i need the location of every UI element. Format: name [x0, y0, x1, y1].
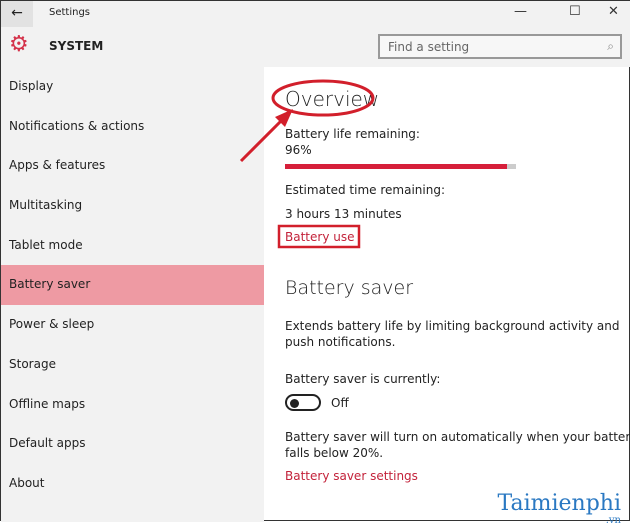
arrow-left-icon: ←	[11, 5, 23, 21]
search-input[interactable]: Find a setting ⌕	[378, 34, 622, 59]
battery-life-value: 96%	[285, 143, 312, 157]
battery-saver-heading: Battery saver	[285, 277, 414, 299]
search-placeholder: Find a setting	[388, 40, 470, 54]
window-title: Settings	[49, 7, 91, 18]
saver-description-2: push notifications.	[285, 335, 396, 349]
auto-text-2: falls below 20%.	[285, 446, 384, 460]
maximize-button[interactable]: ☐	[569, 4, 581, 19]
sidebar-item-apps[interactable]: Apps & features	[1, 146, 264, 186]
toggle-state: Off	[331, 396, 349, 410]
back-button[interactable]: ←	[1, 1, 33, 27]
sidebar-item-default-apps[interactable]: Default apps	[1, 424, 264, 464]
sidebar-item-about[interactable]: About	[1, 464, 264, 504]
gear-icon: ⚙	[9, 32, 29, 57]
main-content: Overview Battery life remaining: 96% Est…	[264, 67, 630, 522]
battery-saver-settings-link[interactable]: Battery saver settings	[285, 469, 418, 483]
sidebar-item-storage[interactable]: Storage	[1, 345, 264, 385]
battery-progress-fill	[285, 164, 507, 169]
toggle-knob	[290, 398, 299, 408]
sidebar-item-notifications[interactable]: Notifications & actions	[1, 107, 264, 147]
header: ⚙ SYSTEM Find a setting ⌕	[1, 27, 630, 67]
sidebar-item-tablet-mode[interactable]: Tablet mode	[1, 226, 264, 266]
overview-heading: Overview	[285, 87, 380, 111]
sidebar-item-display[interactable]: Display	[1, 67, 264, 107]
search-icon: ⌕	[607, 39, 614, 53]
sidebar-item-offline-maps[interactable]: Offline maps	[1, 385, 264, 425]
battery-life-label: Battery life remaining:	[285, 127, 420, 141]
saver-description-1: Extends battery life by limiting backgro…	[285, 319, 620, 333]
sidebar-item-multitasking[interactable]: Multitasking	[1, 186, 264, 226]
estimated-value: 3 hours 13 minutes	[285, 207, 402, 221]
battery-saver-toggle[interactable]	[285, 394, 321, 411]
sidebar-item-power-sleep[interactable]: Power & sleep	[1, 305, 264, 345]
sidebar: Display Notifications & actions Apps & f…	[1, 67, 264, 522]
battery-use-link[interactable]: Battery use	[285, 230, 354, 244]
battery-progress-bar	[285, 164, 516, 169]
watermark-text: Taimienphi	[497, 491, 622, 516]
estimated-label: Estimated time remaining:	[285, 183, 445, 197]
auto-text-1: Battery saver will turn on automatically…	[285, 430, 630, 444]
title-bar: ← Settings — ☐ ✕	[1, 1, 630, 27]
close-button[interactable]: ✕	[608, 4, 619, 19]
minimize-button[interactable]: —	[514, 4, 527, 19]
sidebar-item-battery-saver[interactable]: Battery saver	[1, 265, 264, 306]
section-title: SYSTEM	[49, 39, 104, 53]
saver-status-label: Battery saver is currently:	[285, 372, 441, 386]
watermark-logo: Taimienphi .vn	[497, 491, 622, 526]
